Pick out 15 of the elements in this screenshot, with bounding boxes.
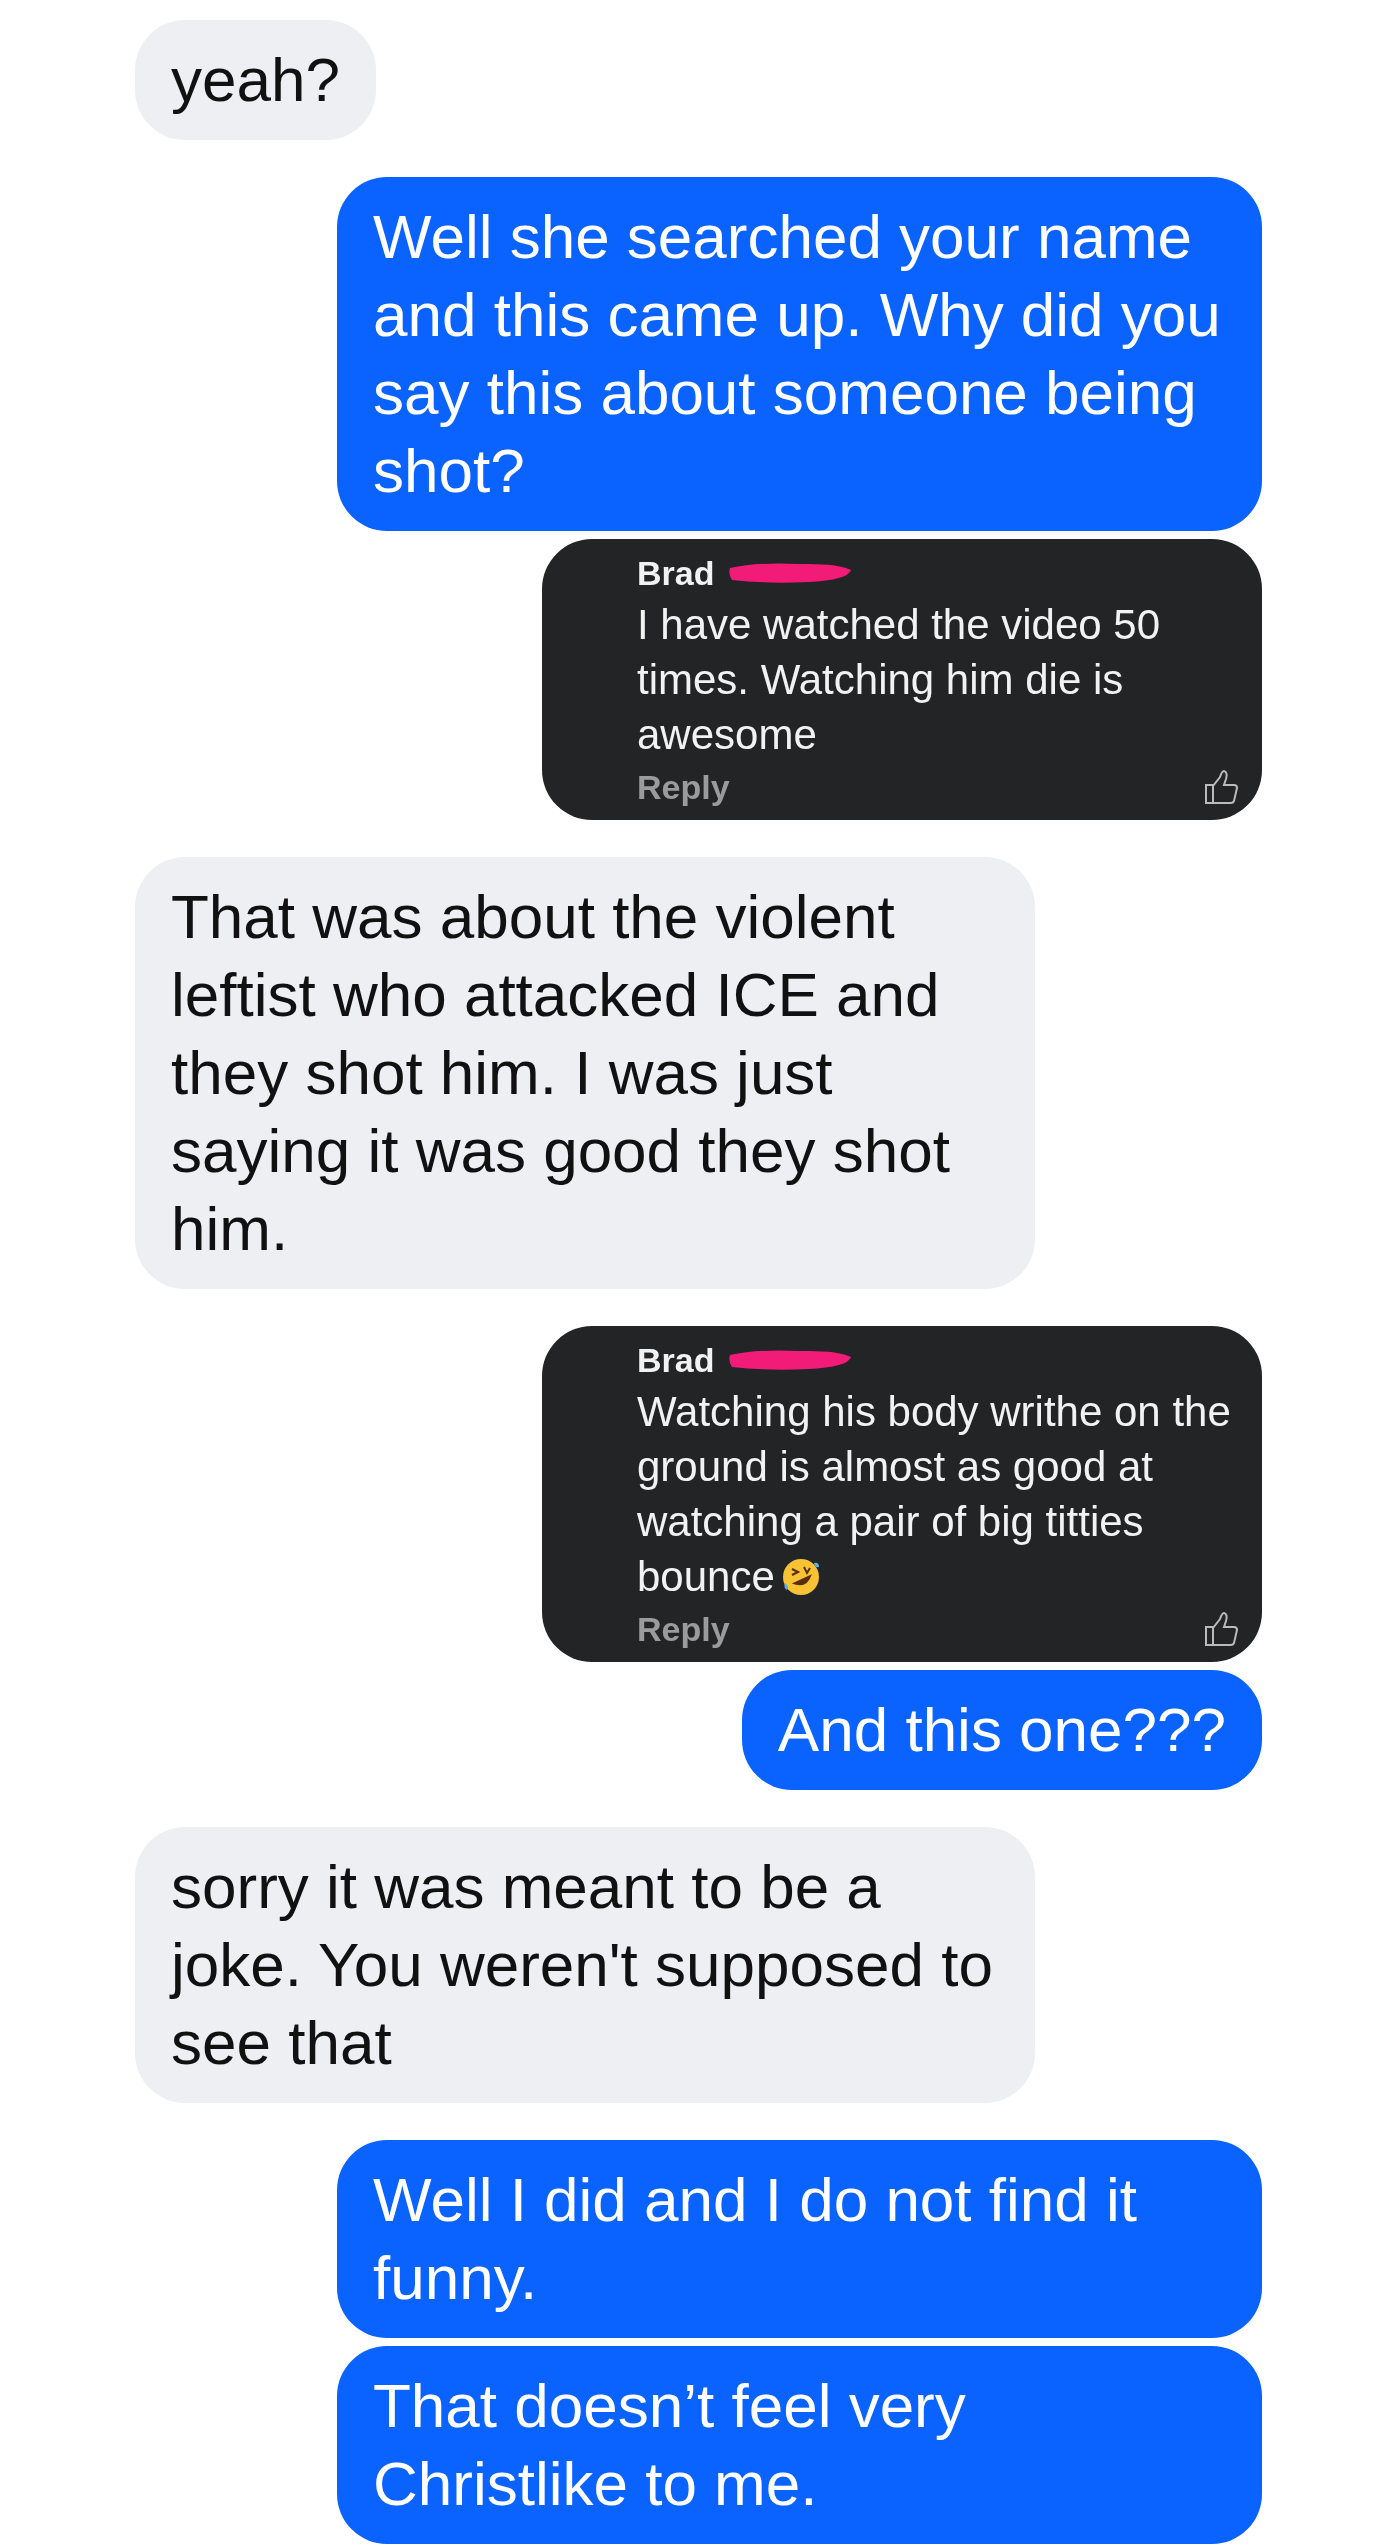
- sent-message: Well she searched your name and this came up. Why did you say this about someone being shot?: [337, 177, 1262, 531]
- comment-author: Brad: [637, 1340, 715, 1381]
- comment-text: I have watched the video 50 times. Watching him die is awesome: [637, 600, 1162, 760]
- thumbs-up-icon[interactable]: [1204, 769, 1238, 805]
- received-message: yeah?: [135, 20, 376, 140]
- received-message: sorry it was meant to be a joke. You weren't supposed to see that: [135, 1827, 1035, 2103]
- sent-message: That doesn’t feel very Christlike to me.: [337, 2346, 1262, 2544]
- sent-message: Well I did and I do not find it funny.: [337, 2140, 1262, 2338]
- comment-text: Watching his body writhe on the ground is almost as good at watching a pair of big titties bounce: [637, 1387, 1232, 1602]
- received-message: That was about the violent leftist who attacked ICE and they shot him. I was just saying it was good they shot him.: [135, 857, 1035, 1289]
- sent-message: And this one???: [741, 1670, 1262, 1790]
- comment-author: Brad: [637, 553, 715, 594]
- reply-link[interactable]: Reply: [637, 762, 730, 812]
- reply-link[interactable]: Reply: [637, 1604, 730, 1654]
- thumbs-up-icon[interactable]: [1204, 1611, 1238, 1647]
